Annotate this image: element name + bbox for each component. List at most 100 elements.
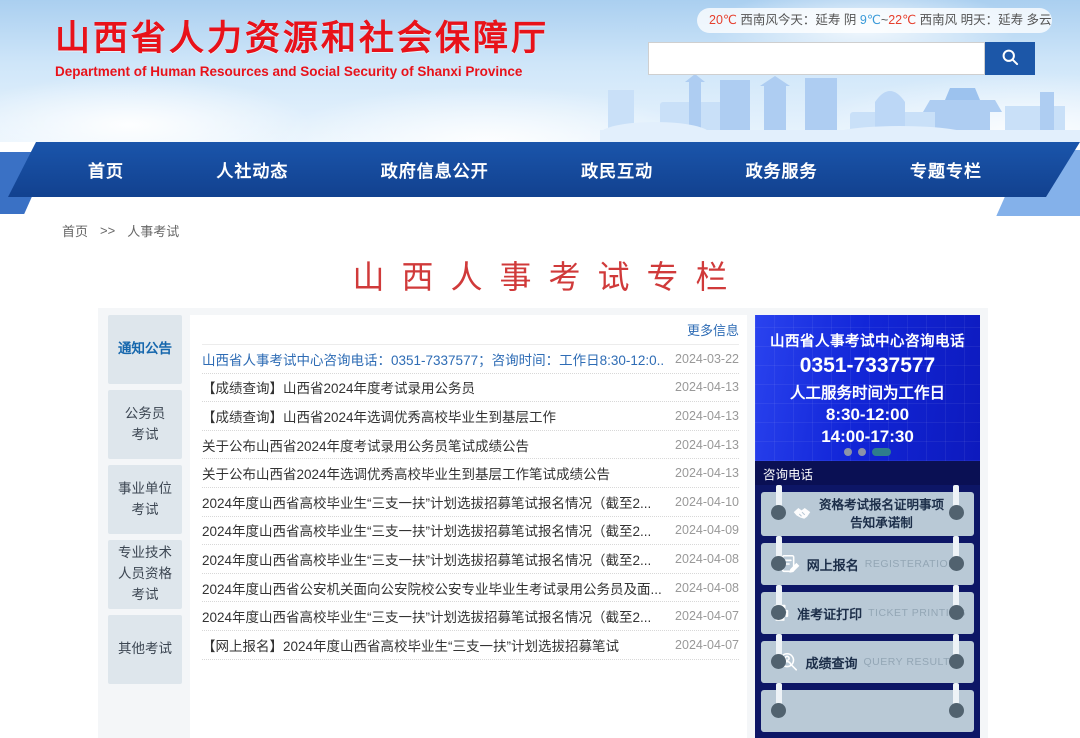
rivet-decor [771,505,786,520]
nav-item-interaction[interactable]: 政民互动 [581,157,653,182]
rivet-decor [949,505,964,520]
carousel-dot[interactable] [844,448,852,456]
service-label: 资格考试报名证明事项 [819,496,944,514]
tab-other-exams[interactable]: 其他考试 [108,615,182,684]
news-date: 2024-04-13 [675,466,739,480]
banner-line-3: 人工服务时间为工作日 [755,381,980,403]
consult-phone-banner[interactable]: 山西省人事考试中心咨询电话 0351-7337577 人工服务时间为工作日 8:… [755,315,980,461]
rivet-decor [949,703,964,718]
news-date: 2024-04-10 [675,495,739,509]
rivet-decor [771,654,786,669]
news-date: 2024-04-09 [675,523,739,537]
rivet-decor [771,556,786,571]
banner-caption: 咨询电话 [755,461,980,485]
weather-temp-now: 20℃ [709,13,737,27]
news-date: 2024-04-08 [675,552,739,566]
site-subtitle-en: Department of Human Resources and Social… [55,64,615,79]
breadcrumb-separator: >> [100,223,115,238]
content-panel: 通知公告 公务员 考试 事业单位 考试 专业技术 人员资格 考试 其他考试 更多… [98,308,988,738]
list-item[interactable]: 2024年度山西省高校毕业生“三支一扶”计划选拔招募笔试报名情况（截至2... … [202,488,739,517]
weather-text-2: 西南风 明天：延寿 多云转阴 [916,13,1052,27]
tab-public-institution-exam[interactable]: 事业单位 考试 [108,465,182,534]
list-item[interactable]: 【成绩查询】山西省2024年选调优秀高校毕业生到基层工作 2024-04-13 [202,402,739,431]
service-registration-button[interactable]: 网上报名 REGISTERATION [761,543,974,585]
weather-text-1: 西南风今天：延寿 阴 [737,13,860,27]
service-label-en: QUERY RESULTS [864,656,958,668]
news-link[interactable]: 2024年度山西省高校毕业生“三支一扶”计划选拔招募笔试报名情况（截至2... [202,606,663,626]
list-item[interactable]: 2024年度山西省高校毕业生“三支一扶”计划选拔招募笔试报名情况（截至2... … [202,545,739,574]
search-icon [1000,47,1020,70]
site-search [648,42,1035,75]
breadcrumb-home[interactable]: 首页 [62,221,88,240]
banner-time-2: 14:00-17:30 [755,427,980,447]
main-nav: 首页 人社动态 政府信息公开 政民互动 政务服务 专题专栏 [0,142,1080,197]
news-date: 2024-04-13 [675,409,739,423]
weather-temp-low: 9℃ [860,13,881,27]
banner-line-1: 山西省人事考试中心咨询电话 [755,330,980,351]
list-item[interactable]: 【成绩查询】山西省2024年度考试录用公务员 2024-04-13 [202,374,739,403]
carousel-dots [755,448,980,456]
nav-item-gov-info[interactable]: 政府信息公开 [381,157,489,182]
rivet-decor [771,605,786,620]
category-tabs: 通知公告 公务员 考试 事业单位 考试 专业技术 人员资格 考试 其他考试 [108,315,182,738]
news-link[interactable]: 2024年度山西省公安机关面向公安院校公安专业毕业生考试录用公务员及面... [202,578,663,598]
news-list-panel: 更多信息 山西省人事考试中心咨询电话：0351-7337577；咨询时间：工作日… [190,315,747,738]
rivet-decor [771,703,786,718]
news-link[interactable]: 2024年度山西省高校毕业生“三支一扶”计划选拔招募笔试报名情况（截至2... [202,492,663,512]
tab-civil-servant-exam[interactable]: 公务员 考试 [108,390,182,459]
news-date: 2024-03-22 [675,352,739,366]
city-skyline-illustration [600,72,1080,142]
weather-temp-high: 22℃ [888,13,916,27]
news-date: 2024-04-07 [675,638,739,652]
service-button-partial[interactable] [761,690,974,732]
list-item[interactable]: 2024年度山西省高校毕业生“三支一扶”计划选拔招募笔试报名情况（截至2... … [202,602,739,631]
service-commitment-button[interactable]: 资格考试报名证明事项 告知承诺制 [761,492,974,536]
site-header: 山西省人力资源和社会保障厅 Department of Human Resour… [0,0,1080,142]
list-item[interactable]: 2024年度山西省公安机关面向公安院校公安专业毕业生考试录用公务员及面... 2… [202,574,739,603]
service-label-en: REGISTERATION [865,558,956,570]
service-ticket-printing-button[interactable]: 准考证打印 TICKET PRINTING [761,592,974,634]
list-item[interactable]: 山西省人事考试中心咨询电话：0351-7337577；咨询时间：工作日8:30-… [202,345,739,374]
carousel-dot[interactable] [858,448,866,456]
more-info-link[interactable]: 更多信息 [687,320,739,339]
nav-item-home[interactable]: 首页 [88,157,124,182]
service-label: 网上报名 [807,555,859,574]
news-link[interactable]: 关于公布山西省2024年选调优秀高校毕业生到基层工作笔试成绩公告 [202,463,663,483]
news-link[interactable]: 2024年度山西省高校毕业生“三支一扶”计划选拔招募笔试报名情况（截至2... [202,549,663,569]
handshake-icon [791,503,813,525]
news-link[interactable]: 2024年度山西省高校毕业生“三支一扶”计划选拔招募笔试报名情况（截至2... [202,520,663,540]
list-item[interactable]: 关于公布山西省2024年选调优秀高校毕业生到基层工作笔试成绩公告 2024-04… [202,459,739,488]
nav-item-services[interactable]: 政务服务 [746,157,818,182]
news-link[interactable]: 【成绩查询】山西省2024年选调优秀高校毕业生到基层工作 [202,406,663,426]
news-link[interactable]: 【网上报名】2024年度山西省高校毕业生“三支一扶”计划选拔招募笔试 [202,635,663,655]
search-button[interactable] [985,42,1035,75]
news-link[interactable]: 关于公布山西省2024年度考试录用公务员笔试成绩公告 [202,435,663,455]
search-input[interactable] [648,42,985,75]
news-link[interactable]: 【成绩查询】山西省2024年度考试录用公务员 [202,377,663,397]
service-label: 成绩查询 [805,653,857,672]
news-list-header: 更多信息 [202,315,739,345]
tab-notices[interactable]: 通知公告 [108,315,182,384]
weather-ticker: 20℃ 西南风今天：延寿 阴 9℃~22℃ 西南风 明天：延寿 多云转阴 [697,8,1052,33]
breadcrumb-current: 人事考试 [127,221,179,240]
news-link[interactable]: 山西省人事考试中心咨询电话：0351-7337577；咨询时间：工作日8:30-… [202,349,663,369]
news-date: 2024-04-08 [675,581,739,595]
nav-item-hr-news[interactable]: 人社动态 [216,157,288,182]
service-buttons: 资格考试报名证明事项 告知承诺制 网上报名 REGISTERATION [755,485,980,738]
breadcrumb: 首页 >> 人事考试 [62,221,179,240]
tab-professional-qualification-exam[interactable]: 专业技术 人员资格 考试 [108,540,182,609]
rivet-decor [949,654,964,669]
news-date: 2024-04-13 [675,380,739,394]
list-item[interactable]: 2024年度山西省高校毕业生“三支一扶”计划选拔招募笔试报名情况（截至2... … [202,517,739,546]
rivet-decor [949,605,964,620]
service-label: 准考证打印 [797,604,862,623]
rivet-decor [949,556,964,571]
news-date: 2024-04-13 [675,438,739,452]
list-item[interactable]: 关于公布山西省2024年度考试录用公务员笔试成绩公告 2024-04-13 [202,431,739,460]
banner-phone-number: 0351-7337577 [755,354,980,378]
carousel-dot-active[interactable] [872,448,891,456]
service-label: 告知承诺制 [850,514,913,532]
nav-item-special[interactable]: 专题专栏 [910,157,982,182]
service-query-results-button[interactable]: 成绩查询 QUERY RESULTS [761,641,974,683]
list-item[interactable]: 【网上报名】2024年度山西省高校毕业生“三支一扶”计划选拔招募笔试 2024-… [202,631,739,660]
